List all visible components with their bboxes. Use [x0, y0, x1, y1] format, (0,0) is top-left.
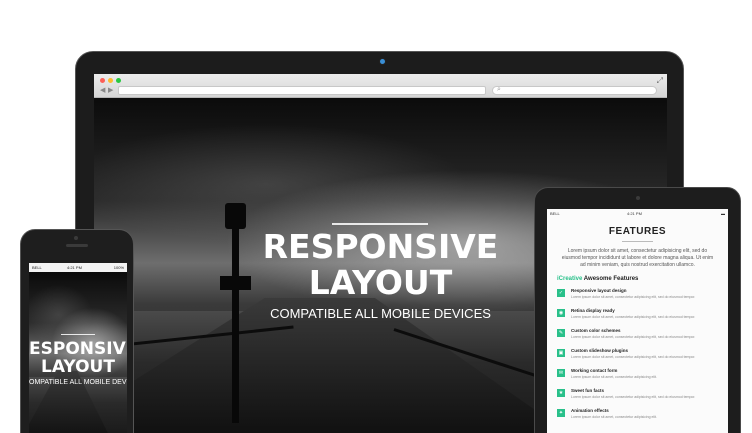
tablet-screen: BELL 4:21 PM ▬ FEATURES Lorem ipsum dolo…: [547, 209, 728, 433]
tablet-camera-icon: [636, 196, 640, 200]
battery-icon: ▬: [721, 211, 725, 216]
feature-title: Animation effects: [571, 408, 609, 413]
hero-top-rule: [332, 223, 428, 225]
feature-title: Responsive layout design: [571, 288, 627, 293]
feature-item: ✉ Working contact form Lorem ipsum dolor…: [557, 368, 717, 386]
phone-screen: BELL 4:21 PM 100% ESPONSIVE LAYOUT OMPAT…: [29, 263, 127, 433]
browser-toolbar: ◀ ▶ ⌕ ⤢: [94, 74, 667, 98]
back-arrow-icon[interactable]: ◀: [100, 87, 105, 95]
phone-device: BELL 4:21 PM 100% ESPONSIVE LAYOUT OMPAT…: [20, 229, 134, 433]
search-icon: ⌕: [497, 86, 501, 93]
maximize-window-button[interactable]: [116, 78, 121, 83]
hero-title-line1: ESPONSIVE: [29, 339, 127, 359]
brand-name: iCreative: [557, 276, 583, 282]
lamp-head: [225, 203, 246, 229]
feature-desc: Lorem ipsum dolor sit amet, consectetur …: [571, 355, 696, 359]
features-subheading: iCreative Awesome Features: [557, 276, 638, 282]
fullscreen-icon[interactable]: ⤢: [657, 76, 663, 86]
feature-desc: Lorem ipsum dolor sit amet, consectetur …: [571, 295, 696, 299]
feature-title: Working contact form: [571, 368, 618, 373]
minimize-window-button[interactable]: [108, 78, 113, 83]
feature-item: ★ Sweet fun facts Lorem ipsum dolor sit …: [557, 388, 717, 406]
retina-icon: ◉: [557, 309, 565, 317]
feature-title: Sweet fun facts: [571, 388, 605, 393]
phone-speaker: [66, 244, 88, 247]
phone-camera-icon: [74, 236, 78, 240]
clock-label: 4:21 PM: [627, 211, 642, 216]
feature-item: ◉ Retina display ready Lorem ipsum dolor…: [557, 308, 717, 326]
feature-desc: Lorem ipsum dolor sit amet, consectetur …: [571, 315, 696, 319]
address-bar[interactable]: [118, 86, 486, 95]
feature-item: ▣ Custom slideshow plugins Lorem ipsum d…: [557, 348, 717, 366]
phone-hero-photo: ESPONSIVE LAYOUT OMPATIBLE ALL MOBILE DE…: [29, 272, 127, 433]
hero-top-rule: [61, 334, 95, 335]
check-icon: ✓: [557, 289, 565, 297]
envelope-icon: ✉: [557, 369, 565, 377]
webcam-icon: [380, 59, 385, 64]
feature-item: ✦ Animation effects Lorem ipsum dolor si…: [557, 408, 717, 426]
battery-label: 100%: [113, 265, 124, 270]
feature-title: Retina display ready: [571, 308, 615, 313]
feature-title: Custom slideshow plugins: [571, 348, 629, 353]
feature-desc: Lorem ipsum dolor sit amet, consectetur …: [571, 335, 696, 339]
star-icon: ★: [557, 389, 565, 397]
hero-subtitle: OMPATIBLE ALL MOBILE DEVICE: [29, 379, 127, 386]
clock-label: 4:21 PM: [67, 265, 82, 270]
feature-item: ✎ Custom color schemes Lorem ipsum dolor…: [557, 328, 717, 346]
slideshow-icon: ▣: [557, 349, 565, 357]
close-window-button[interactable]: [100, 78, 105, 83]
feature-desc: Lorem ipsum dolor sit amet, consectetur …: [571, 375, 657, 379]
palette-icon: ✎: [557, 329, 565, 337]
title-divider: [622, 241, 653, 242]
hero-title-line2: LAYOUT: [41, 357, 115, 377]
features-title: FEATURES: [608, 226, 667, 237]
browser-search-bar[interactable]: ⌕: [492, 86, 657, 95]
sparkle-icon: ✦: [557, 409, 565, 417]
carrier-label: BELL: [32, 265, 42, 270]
carrier-label: BELL: [550, 211, 560, 216]
feature-title: Custom color schemes: [571, 328, 621, 333]
feature-item: ✓ Responsive layout design Lorem ipsum d…: [557, 288, 717, 306]
feature-desc: Lorem ipsum dolor sit amet, consectetur …: [571, 395, 696, 399]
subheading-text: Awesome Features: [582, 276, 639, 282]
phone-status-bar: BELL 4:21 PM 100%: [29, 263, 127, 272]
tablet-device: BELL 4:21 PM ▬ FEATURES Lorem ipsum dolo…: [534, 187, 741, 433]
forward-arrow-icon[interactable]: ▶: [108, 87, 113, 95]
feature-desc: Lorem ipsum dolor sit amet, consectetur …: [571, 415, 657, 419]
tablet-status-bar: BELL 4:21 PM ▬: [547, 209, 728, 218]
features-description: Lorem ipsum dolor sit amet, consectetur …: [561, 248, 714, 268]
